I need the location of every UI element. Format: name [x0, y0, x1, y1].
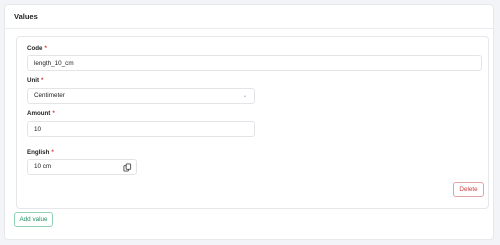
english-value: 10 cm — [34, 163, 52, 170]
unit-select[interactable]: Centimeter ⌄ — [27, 88, 255, 104]
delete-button[interactable]: Delete — [453, 182, 484, 197]
add-value-button[interactable]: Add value — [14, 212, 53, 227]
english-field[interactable]: 10 cm — [27, 159, 137, 175]
unit-label: Unit * — [27, 77, 43, 84]
unit-selected-value: Centimeter — [34, 92, 65, 99]
code-label-text: Code — [27, 45, 43, 52]
value-card: Code* Unit* Centimeter ⌄ Amount* English… — [16, 36, 489, 209]
english-label-text: English — [27, 149, 50, 156]
required-mark: * — [51, 149, 54, 156]
english-label: English * — [27, 149, 54, 156]
amount-label: Amount * — [27, 110, 55, 117]
required-mark: * — [44, 45, 47, 52]
amount-input[interactable] — [27, 121, 255, 137]
required-mark: * — [52, 110, 55, 117]
code-input[interactable] — [27, 55, 482, 71]
copy-icon[interactable] — [123, 163, 132, 172]
values-panel: Values Code* Unit* Centimeter ⌄ Amount* … — [4, 4, 494, 240]
section-title: Values — [14, 12, 38, 21]
panel-header: Values — [5, 5, 493, 29]
required-mark: * — [41, 77, 44, 84]
code-label: Code * — [27, 45, 47, 52]
chevron-down-icon: ⌄ — [242, 93, 248, 99]
amount-label-text: Amount — [27, 110, 51, 117]
unit-label-text: Unit — [27, 77, 40, 84]
